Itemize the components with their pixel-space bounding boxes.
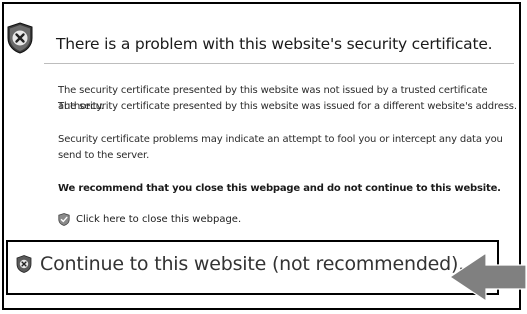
- shield-error-icon: [7, 22, 33, 54]
- arrow-left-icon: [448, 252, 527, 302]
- close-webpage-link[interactable]: Click here to close this webpage.: [58, 213, 241, 226]
- close-webpage-label[interactable]: Click here to close this webpage.: [76, 214, 241, 225]
- title-divider: [44, 63, 514, 64]
- page-title: There is a problem with this website's s…: [56, 35, 493, 53]
- address-mismatch-text: The security certificate presented by th…: [58, 101, 517, 112]
- recommendation-text: We recommend that you close this webpage…: [58, 183, 501, 194]
- warning-explanation-text: Security certificate problems may indica…: [58, 134, 503, 161]
- continue-label[interactable]: Continue to this website (not recommende…: [40, 253, 464, 275]
- shield-check-icon: [58, 213, 70, 226]
- shield-error-icon: [16, 255, 32, 273]
- continue-to-website-link[interactable]: Continue to this website (not recommende…: [16, 253, 464, 275]
